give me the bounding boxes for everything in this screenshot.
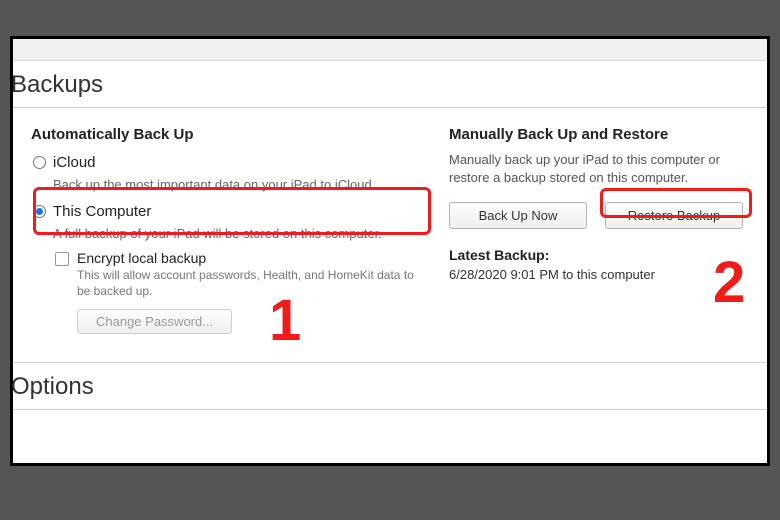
encrypt-checkbox-desc: This will allow account passwords, Healt… bbox=[77, 268, 417, 299]
manual-desc: Manually back up your iPad to this compu… bbox=[449, 151, 759, 186]
options-block: Options bbox=[13, 362, 767, 410]
backups-section-title: Backups bbox=[11, 61, 767, 107]
manual-heading: Manually Back Up and Restore bbox=[449, 126, 759, 143]
encrypt-checkbox[interactable] bbox=[55, 252, 69, 266]
encrypt-checkbox-label: Encrypt local backup bbox=[77, 250, 206, 266]
itunes-window: Backups Automatically Back Up iCloud Bac… bbox=[13, 39, 767, 463]
backup-now-button[interactable]: Back Up Now bbox=[449, 202, 587, 229]
latest-backup-label: Latest Backup: bbox=[449, 247, 759, 263]
manual-buttons: Back Up Now Restore Backup bbox=[449, 202, 759, 229]
radio-icloud-label: iCloud bbox=[53, 154, 96, 171]
radio-icloud-input[interactable] bbox=[33, 156, 46, 169]
screenshot-frame: Backups Automatically Back Up iCloud Bac… bbox=[10, 36, 770, 466]
manual-backup-column: Manually Back Up and Restore Manually ba… bbox=[449, 126, 759, 334]
window-toolbar bbox=[13, 39, 767, 61]
encrypt-checkbox-row[interactable]: Encrypt local backup bbox=[55, 250, 439, 266]
radio-this-computer-input[interactable] bbox=[33, 205, 46, 218]
backups-body: Automatically Back Up iCloud Back up the… bbox=[13, 108, 767, 334]
radio-this-computer[interactable]: This Computer bbox=[31, 200, 439, 223]
change-password-button[interactable]: Change Password... bbox=[77, 309, 232, 334]
options-section-title: Options bbox=[11, 363, 767, 409]
radio-this-computer-label: This Computer bbox=[53, 203, 151, 220]
radio-icloud[interactable]: iCloud bbox=[31, 151, 439, 174]
radio-this-computer-desc: A full backup of your iPad will be store… bbox=[53, 225, 439, 243]
radio-icloud-desc: Back up the most important data on your … bbox=[53, 176, 439, 194]
latest-backup-value: 6/28/2020 9:01 PM to this computer bbox=[449, 267, 759, 282]
auto-backup-heading: Automatically Back Up bbox=[31, 126, 439, 143]
divider bbox=[13, 409, 767, 410]
auto-backup-column: Automatically Back Up iCloud Back up the… bbox=[31, 126, 449, 334]
restore-backup-button[interactable]: Restore Backup bbox=[605, 202, 743, 229]
